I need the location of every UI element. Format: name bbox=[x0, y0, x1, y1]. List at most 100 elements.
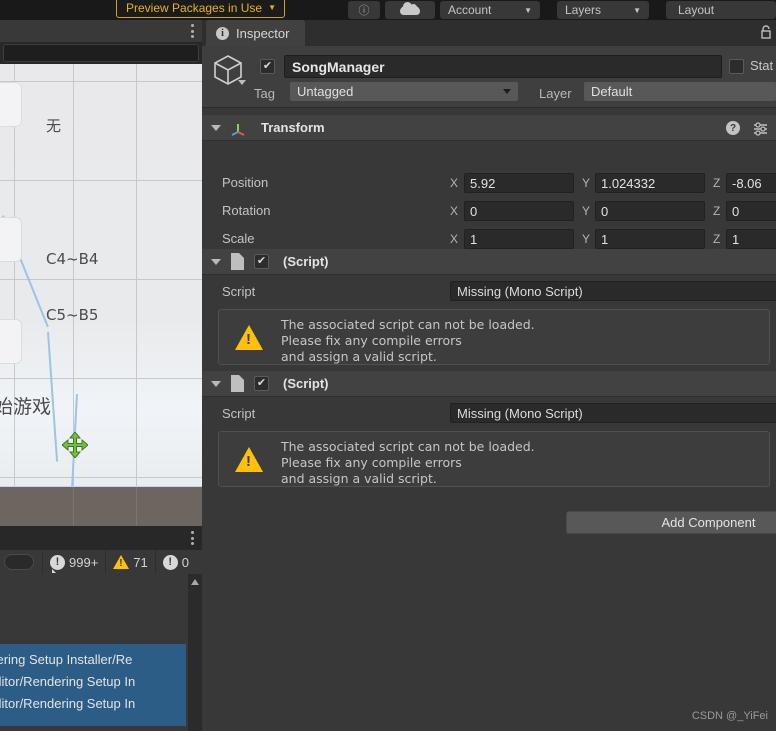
chevron-down-icon: ▼ bbox=[633, 5, 641, 15]
tab-inspector[interactable]: i Inspector bbox=[206, 20, 306, 46]
script-field-label: Script bbox=[222, 406, 256, 421]
scene-label-c4b4: C4~B4 bbox=[46, 250, 99, 268]
scale-label: Scale bbox=[222, 231, 255, 246]
scene-view[interactable]: 无 C4~B4 C5~B5 始游戏 bbox=[0, 64, 202, 526]
console-search-input[interactable] bbox=[4, 554, 34, 570]
rotation-x-value: 0 bbox=[470, 203, 478, 219]
scale-x-input[interactable]: 1 bbox=[464, 229, 574, 249]
gameobject-enabled-checkbox[interactable]: ✔ bbox=[260, 59, 275, 74]
script-file-icon bbox=[231, 375, 244, 392]
scene-label-c5b5: C5~B5 bbox=[46, 306, 99, 324]
console-selected-entry[interactable]: ndering Setup Installer/Re /Editor/Rende… bbox=[0, 644, 186, 726]
add-component-button[interactable]: Add Component bbox=[566, 511, 776, 534]
chevron-down-icon[interactable] bbox=[238, 80, 246, 85]
console-entry-line: /Editor/Rendering Setup In bbox=[0, 674, 136, 689]
script-object-field[interactable]: Missing (Mono Script) bbox=[450, 281, 776, 301]
warning-line-3: and assign a valid script. bbox=[281, 471, 437, 486]
scale-y-input[interactable]: 1 bbox=[595, 229, 705, 249]
console-entry-line: ndering Setup Installer/Re bbox=[0, 652, 133, 667]
layers-label: Layers bbox=[565, 3, 602, 17]
foldout-arrow-icon[interactable] bbox=[211, 380, 221, 387]
scene-label-none: 无 bbox=[46, 117, 62, 135]
position-y-value: 1.024332 bbox=[601, 175, 656, 191]
account-button[interactable]: Account ▼ bbox=[440, 1, 540, 19]
static-checkbox[interactable] bbox=[729, 59, 744, 74]
script-enabled-checkbox[interactable]: ✔ bbox=[254, 376, 269, 391]
cloud-services-button[interactable] bbox=[385, 1, 435, 19]
scene-ui-button[interactable] bbox=[0, 217, 22, 262]
layer-label: Layer bbox=[539, 86, 572, 101]
console-entry-line: /Editor/Rendering Setup In bbox=[0, 696, 136, 711]
position-z-input[interactable]: -8.06 bbox=[726, 173, 776, 193]
console-scrollbar[interactable] bbox=[188, 574, 202, 731]
scene-toolbar-strip[interactable] bbox=[3, 44, 199, 62]
preview-packages-button[interactable]: Preview Packages in Use ▼ bbox=[116, 0, 285, 18]
chevron-down-icon: ▼ bbox=[268, 2, 276, 12]
rotation-y-input[interactable]: 0 bbox=[595, 201, 705, 221]
scene-toolbar bbox=[0, 42, 202, 64]
rotation-x-input[interactable]: 0 bbox=[464, 201, 574, 221]
script-component-header[interactable]: ✔ (Script) bbox=[202, 371, 776, 397]
layer-dropdown[interactable]: Default bbox=[584, 82, 776, 101]
console-list[interactable]: ndering Setup Installer/Re /Editor/Rende… bbox=[0, 574, 202, 731]
cloud-icon bbox=[400, 1, 420, 15]
gameobject-header: ✔ SongManager Stat Tag Untagged Layer De… bbox=[202, 46, 776, 108]
position-x-input[interactable]: 5.92 bbox=[464, 173, 574, 193]
lock-icon[interactable] bbox=[760, 25, 772, 39]
rotation-z-input[interactable]: 0 bbox=[726, 201, 776, 221]
floor-grid-line bbox=[73, 487, 74, 526]
collab-button[interactable]: ⓘ bbox=[348, 1, 380, 19]
tag-value: Untagged bbox=[297, 84, 354, 99]
rotation-z-value: 0 bbox=[732, 203, 740, 219]
settings-icon[interactable] bbox=[753, 121, 768, 136]
transform-scale-row: Scale X 1 Y 1 Z 1 bbox=[202, 228, 776, 251]
script-component-header[interactable]: ✔ (Script) bbox=[202, 249, 776, 275]
script-enabled-checkbox[interactable]: ✔ bbox=[254, 254, 269, 269]
account-label: Account bbox=[448, 3, 492, 17]
move-gizmo-icon[interactable] bbox=[62, 432, 88, 458]
inspector-panel: i Inspector ✔ SongManager Stat Tag Untag… bbox=[202, 20, 776, 731]
console-panel-menu-icon[interactable] bbox=[191, 531, 194, 545]
axis-x-label: X bbox=[450, 176, 459, 190]
collab-icon: ⓘ bbox=[358, 5, 370, 17]
console-warnings-chip[interactable]: 71 bbox=[105, 550, 154, 574]
script-warning-box: The associated script can not be loaded.… bbox=[218, 431, 770, 487]
static-label: Stat bbox=[750, 58, 774, 73]
layout-button[interactable]: Layout bbox=[666, 1, 776, 19]
axis-z-label: Z bbox=[713, 204, 721, 218]
warning-icon bbox=[113, 555, 130, 569]
scene-ui-button[interactable] bbox=[0, 319, 22, 364]
scale-z-input[interactable]: 1 bbox=[726, 229, 776, 249]
foldout-arrow-icon[interactable] bbox=[211, 124, 221, 131]
help-icon[interactable]: ? bbox=[726, 121, 740, 135]
checkmark-icon: ✔ bbox=[256, 377, 267, 389]
warning-icon bbox=[235, 447, 263, 472]
scene-panel-menu-icon[interactable] bbox=[191, 24, 194, 38]
scale-x-value: 1 bbox=[470, 231, 478, 247]
console-messages-chip[interactable]: ! 999+ bbox=[42, 550, 105, 574]
tag-dropdown[interactable]: Untagged bbox=[290, 82, 518, 101]
axis-x-label: X bbox=[450, 232, 459, 246]
script-object-value: Missing (Mono Script) bbox=[457, 283, 583, 299]
foldout-arrow-icon[interactable] bbox=[211, 258, 221, 265]
script-warning-text: The associated script can not be loaded.… bbox=[281, 317, 535, 365]
transform-icon bbox=[231, 123, 245, 136]
scale-y-value: 1 bbox=[601, 231, 609, 247]
message-icon: ! bbox=[50, 554, 65, 573]
grid-line-horizontal bbox=[0, 180, 202, 181]
transform-component-header[interactable]: Transform ? bbox=[202, 115, 776, 141]
unity-editor-window: Preview Packages in Use ▼ ⓘ Account ▼ La… bbox=[0, 0, 776, 731]
grid-line-horizontal bbox=[0, 477, 202, 478]
errors-count: 0 bbox=[181, 554, 189, 570]
gameobject-name-input[interactable]: SongManager bbox=[284, 55, 722, 78]
warnings-count: 71 bbox=[133, 554, 148, 570]
scroll-up-arrow-icon[interactable] bbox=[191, 579, 199, 585]
warning-line-2: Please fix any compile errors bbox=[281, 455, 462, 470]
position-y-input[interactable]: 1.024332 bbox=[595, 173, 705, 193]
console-errors-chip[interactable]: ! 0 bbox=[154, 550, 196, 574]
preview-packages-label: Preview Packages in Use bbox=[126, 0, 263, 15]
layers-button[interactable]: Layers ▼ bbox=[557, 1, 649, 19]
axis-y-label: Y bbox=[582, 204, 591, 218]
scene-ui-button[interactable] bbox=[0, 82, 22, 127]
script-object-field[interactable]: Missing (Mono Script) bbox=[450, 403, 776, 423]
